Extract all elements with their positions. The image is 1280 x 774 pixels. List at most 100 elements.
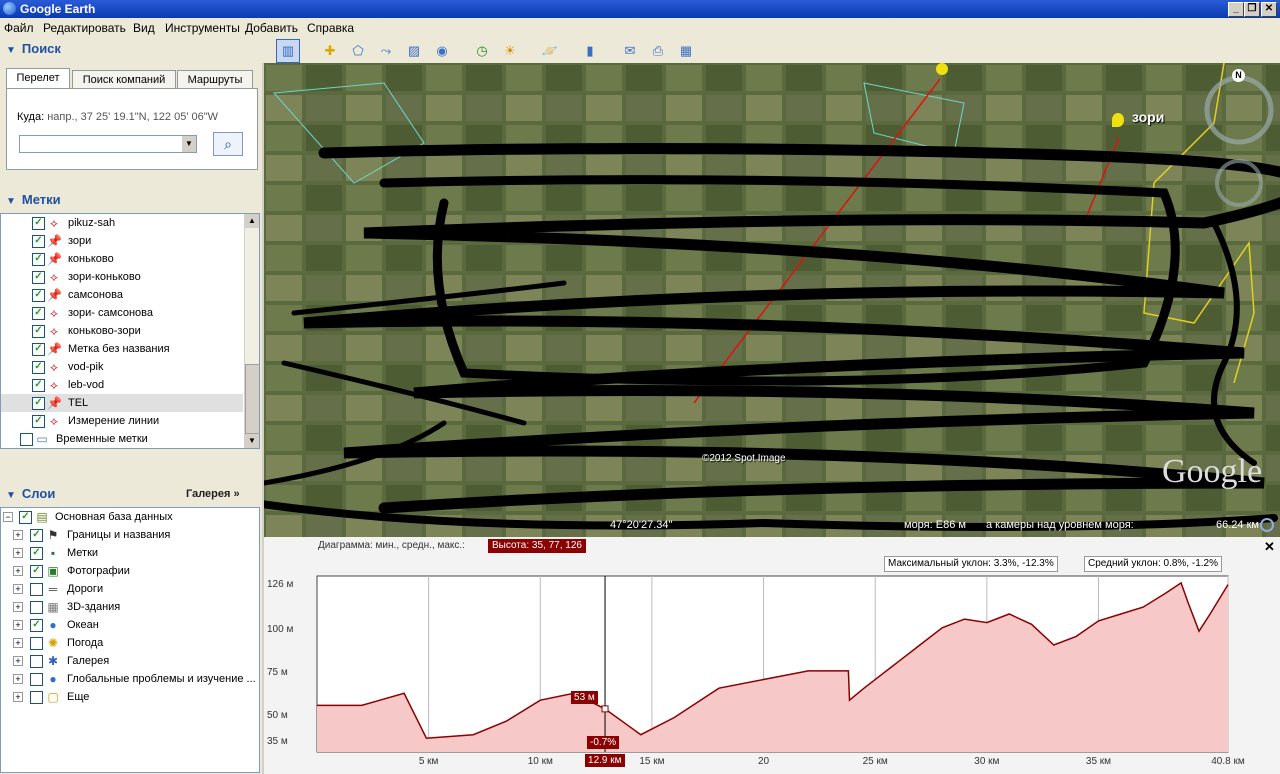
sunlight-button[interactable]: ☀	[498, 39, 522, 63]
list-item[interactable]: ✓ ⟡ зори-коньково	[1, 268, 243, 286]
add-placemark-button[interactable]: ✚	[318, 39, 342, 63]
layer-checkbox[interactable]: ✓	[30, 565, 43, 578]
fly-to-hint: напр., 37 25' 19.1"N, 122 05' 06"W	[47, 111, 219, 123]
places-header[interactable]: ▼ Метки	[0, 189, 262, 211]
folder-checkbox[interactable]	[20, 433, 33, 446]
list-item[interactable]: ✓ ⟡ leb-vod	[1, 376, 243, 394]
layer-checkbox[interactable]: ✓	[30, 691, 43, 704]
layer-checkbox[interactable]: ✓	[30, 655, 43, 668]
historical-imagery-button[interactable]: ◷	[470, 39, 494, 63]
dropdown-arrow-icon[interactable]: ▼	[182, 136, 196, 152]
menu-tools[interactable]: Инструменты	[165, 21, 240, 35]
placemark-label: коньково	[68, 253, 114, 265]
layer-checkbox[interactable]: ✓	[30, 583, 43, 596]
print-button[interactable]: ⎙	[646, 39, 670, 63]
layer-checkbox[interactable]: ✓	[30, 673, 43, 686]
expand-icon[interactable]: +	[13, 674, 23, 684]
gallery-button[interactable]: Галерея »	[186, 488, 240, 500]
list-item[interactable]: ✓ ⟡ vod-pik	[1, 358, 243, 376]
tab-directions[interactable]: Маршруты	[177, 70, 253, 89]
search-header[interactable]: ▼ Поиск	[0, 38, 262, 60]
list-item[interactable]: ✓ ⟡ зори- самсонова	[1, 304, 243, 322]
layer-label: Галерея	[67, 655, 110, 667]
layer-checkbox[interactable]: ✓	[19, 511, 32, 524]
view-in-maps-button[interactable]: ▦	[674, 39, 698, 63]
fly-to-label: Куда:	[17, 111, 45, 123]
map-view[interactable]: N зори ©2012 Spot Image Google 47°20'27.…	[264, 63, 1280, 537]
placemark-checkbox[interactable]: ✓	[32, 325, 45, 338]
scroll-down-icon[interactable]: ▼	[245, 434, 259, 448]
expand-icon[interactable]: +	[13, 692, 23, 702]
add-polygon-button[interactable]: ⬠	[346, 39, 370, 63]
placemark-checkbox[interactable]: ✓	[32, 253, 45, 266]
scroll-up-icon[interactable]: ▲	[245, 214, 259, 228]
list-item[interactable]: ✓ 📌 коньково	[1, 250, 243, 268]
tab-find-businesses[interactable]: Поиск компаний	[72, 70, 176, 89]
layer-checkbox[interactable]: ✓	[30, 601, 43, 614]
close-button[interactable]: ✕	[1261, 2, 1277, 17]
scroll-thumb[interactable]	[245, 364, 259, 434]
menu-file[interactable]: Файл	[4, 21, 34, 35]
expand-icon[interactable]: +	[13, 656, 23, 666]
expand-icon[interactable]: +	[13, 566, 23, 576]
layer-checkbox[interactable]: ✓	[30, 637, 43, 650]
list-item[interactable]: ✓ 📌 TEL	[1, 394, 243, 412]
minimize-button[interactable]: _	[1228, 2, 1244, 17]
list-item[interactable]: ✓ ⟡ коньково-зори	[1, 322, 243, 340]
sidebar-toggle-button[interactable]: ▥	[276, 39, 300, 63]
search-button[interactable]: ⌕	[213, 132, 243, 156]
tab-fly-to[interactable]: Перелет	[6, 68, 70, 89]
expand-icon[interactable]: +	[13, 530, 23, 540]
placemark-checkbox[interactable]: ✓	[32, 289, 45, 302]
placemark-checkbox[interactable]: ✓	[32, 397, 45, 410]
expand-icon[interactable]: +	[13, 638, 23, 648]
ruler-button[interactable]: ▮	[578, 39, 602, 63]
fly-to-input[interactable]: ▼	[19, 135, 197, 153]
expand-icon[interactable]: +	[13, 602, 23, 612]
record-tour-button[interactable]: ◉	[430, 39, 454, 63]
compass-north-label[interactable]: N	[1232, 69, 1245, 82]
placemark-checkbox[interactable]: ✓	[32, 235, 45, 248]
placemark-checkbox[interactable]: ✓	[32, 271, 45, 284]
restore-button[interactable]: ❐	[1244, 2, 1260, 17]
placemark-checkbox[interactable]: ✓	[32, 217, 45, 230]
email-button[interactable]: ✉	[618, 39, 642, 63]
layer-checkbox[interactable]: ✓	[30, 619, 43, 632]
path-icon: ⟡	[50, 306, 58, 320]
list-item[interactable]: ✓ 📌 самсонова	[1, 286, 243, 304]
menu-add[interactable]: Добавить	[245, 21, 298, 35]
menu-help[interactable]: Справка	[307, 21, 354, 35]
status-camera-label: а камеры над уровнем моря:	[986, 519, 1134, 531]
collapse-arrow-icon: ▼	[6, 490, 16, 501]
places-scrollbar[interactable]: ▲ ▼	[244, 214, 259, 448]
menu-view[interactable]: Вид	[133, 21, 155, 35]
placemark-checkbox[interactable]: ✓	[32, 361, 45, 374]
add-overlay-button[interactable]: ▨	[402, 39, 426, 63]
layer-checkbox[interactable]: ✓	[30, 547, 43, 560]
planets-button[interactable]: 🪐	[538, 39, 562, 63]
list-item[interactable]: ✓ 📌 зори	[1, 232, 243, 250]
layers-tree: − ✓ ▤ Основная база данных + ✓ ⚑ Границы и …	[0, 507, 260, 773]
collapse-icon[interactable]: −	[3, 512, 13, 522]
placemark-checkbox[interactable]: ✓	[32, 379, 45, 392]
window-title: Google Earth	[20, 2, 96, 16]
elevation-chart[interactable]: 35 м 50 м 75 м 100 м 126 м 5 км 10 км 15 км 20 2…	[264, 537, 1280, 774]
list-item[interactable]: ✓ ⟡ Измерение линии	[1, 412, 243, 430]
pushpin-icon[interactable]	[1112, 113, 1124, 127]
placemark-checkbox[interactable]: ✓	[32, 415, 45, 428]
list-item[interactable]: ✓ ⟡ pikuz-sah	[1, 214, 243, 232]
placemark-label: коньково-зори	[68, 325, 141, 337]
layer-checkbox[interactable]: ✓	[30, 529, 43, 542]
menu-edit[interactable]: Редактировать	[43, 21, 126, 35]
add-path-button[interactable]: ⤳	[374, 39, 398, 63]
expand-icon[interactable]: +	[13, 584, 23, 594]
pushpin-icon: 📌	[47, 252, 62, 266]
collapse-arrow-icon: ▼	[6, 196, 16, 207]
pushpin-icon[interactable]	[936, 63, 948, 75]
placemark-checkbox[interactable]: ✓	[32, 307, 45, 320]
expand-icon[interactable]: +	[13, 620, 23, 630]
list-item[interactable]: ✓ 📌 Метка без названия	[1, 340, 243, 358]
expand-icon[interactable]: +	[13, 548, 23, 558]
folder-icon: ▭	[36, 432, 48, 446]
placemark-checkbox[interactable]: ✓	[32, 343, 45, 356]
